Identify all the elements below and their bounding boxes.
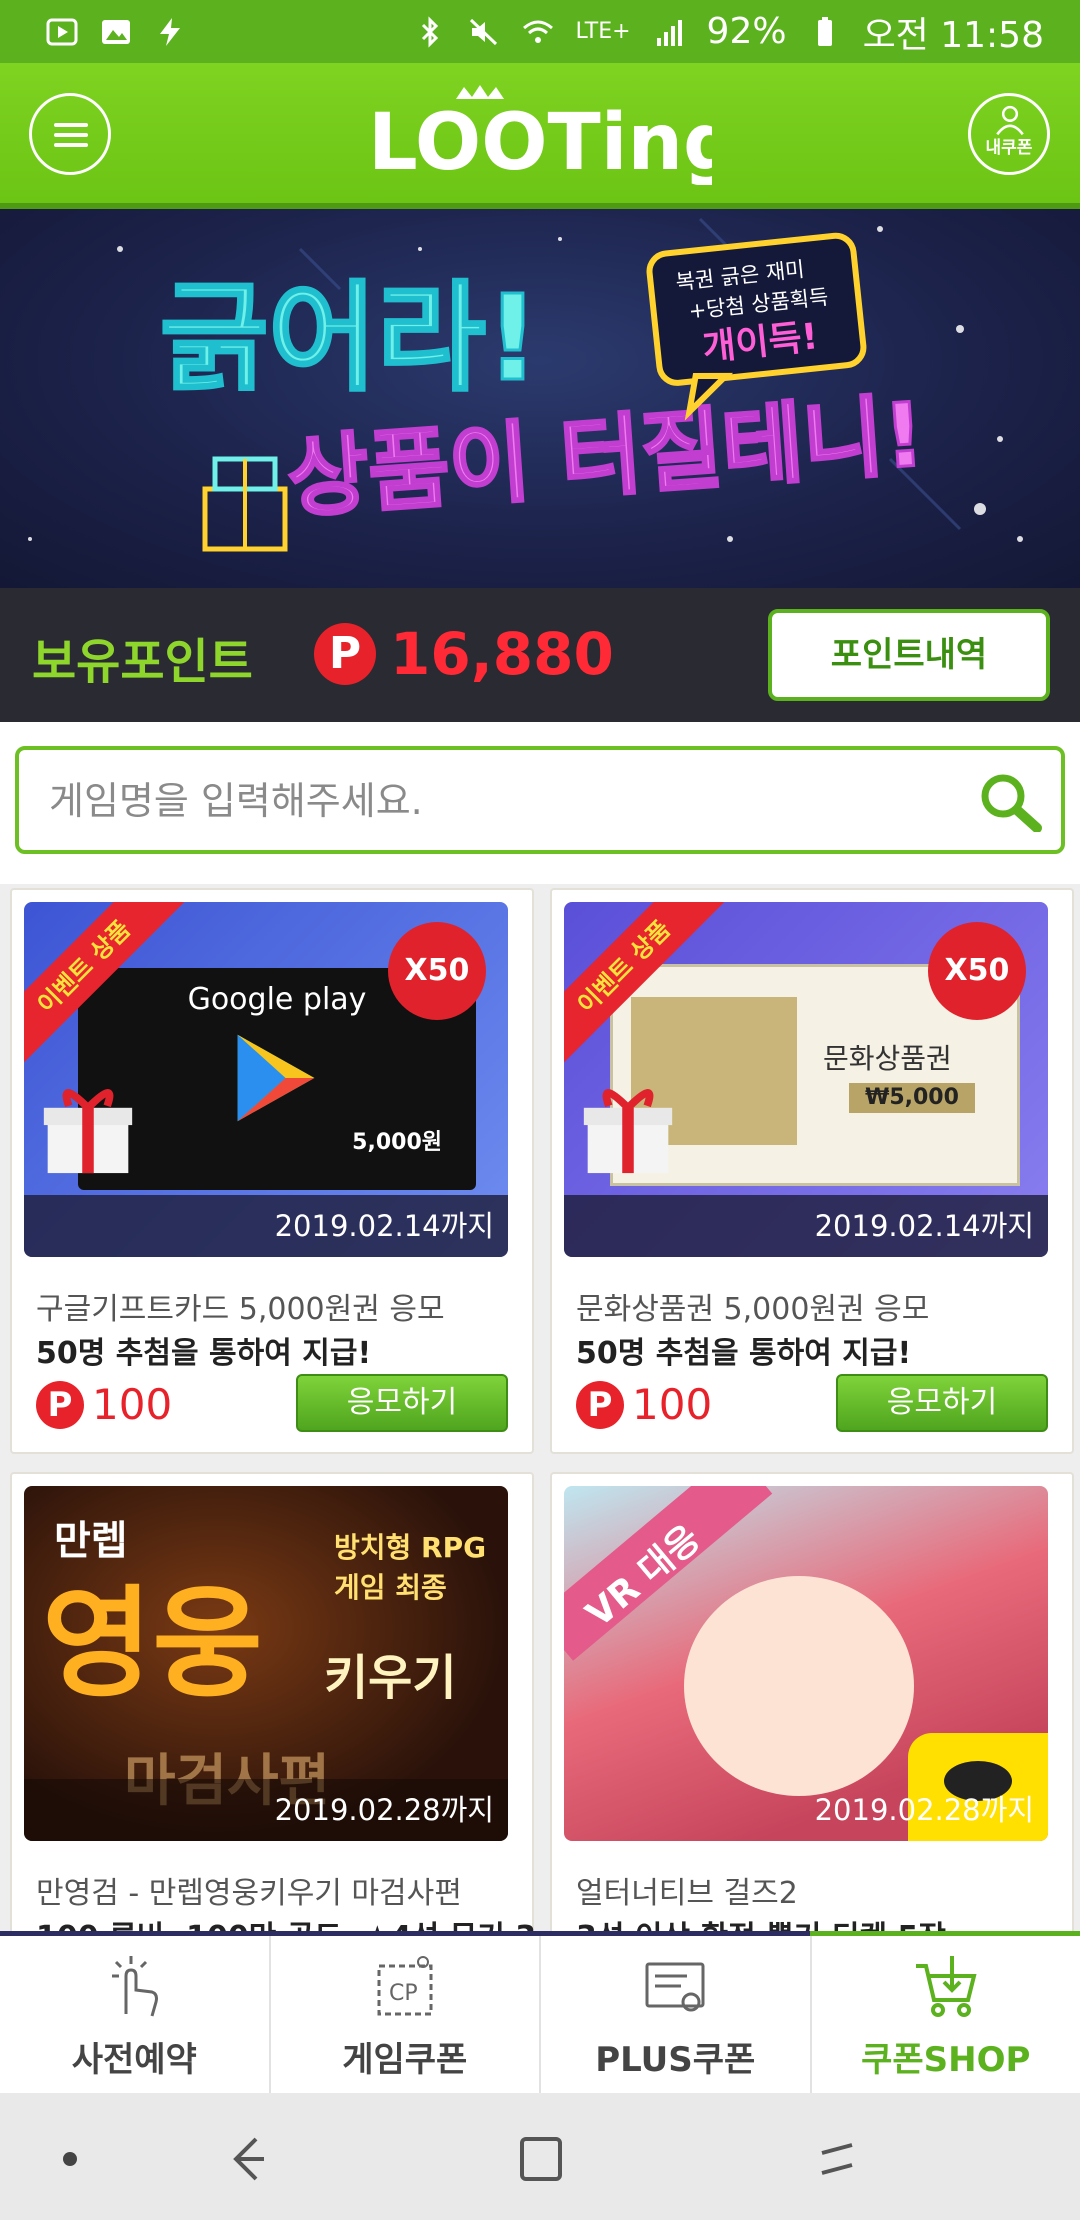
point-p-icon: P [36,1380,84,1429]
tab-label: 쿠폰SHOP [861,2040,1031,2080]
logo-text: LOOTing [368,98,712,185]
tab-coupon-shop[interactable]: 쿠폰SHOP [812,1936,1080,2093]
banner-art: 긁어라! 상품이 터질테니! 복권 긁은 재미 +당첨 상품획득 개이득! [28,217,1023,552]
tab-label: 사전예약 [71,2040,197,2080]
card-title: 얼터너티브 걸즈2 [576,1876,798,1911]
search-box [15,746,1065,854]
tab-plus-coupon[interactable]: PLUS쿠폰 [541,1936,812,2093]
tab-game-coupon[interactable]: CP 게임쿠폰 [271,1936,541,2093]
certificate-icon [645,1962,705,2012]
signal-icon [656,19,682,46]
status-bar: LTE+ 92% 오전 11:58 [0,0,1080,63]
card-title: 구글기프트카드 5,000원권 응모 [36,1292,445,1327]
multiplier-badge: X50 [928,922,1026,1020]
game-coupon-card[interactable]: 만렙 영웅 키우기 방치형 RPG게임 최종 마검사편 2019.02.28까지… [10,1472,536,1955]
bottom-navigation: 사전예약 CP 게임쿠폰 PLUS쿠폰 쿠폰SHOP [0,1931,1080,2093]
cart-icon [915,1956,977,2017]
search-icon[interactable] [977,770,1043,832]
my-coupon-button[interactable]: 내쿠폰 [968,93,1050,175]
event-ribbon: 이벤트 상품 [24,902,214,1092]
my-coupon-label: 내쿠폰 [985,138,1033,158]
coupon-card[interactable]: 문화상품권 ₩5,000 이벤트 상품 X50 2019.02.14까지 문화상… [550,888,1074,1454]
card-title: 만영검 - 만렙영웅키우기 마검사편 [36,1876,462,1911]
play-icon [237,1034,315,1122]
clock: 오전 11:58 [862,14,1044,56]
thumb-title: 문화상품권 [823,1042,952,1075]
point-p-icon: P [576,1380,624,1429]
tab-label: PLUS쿠폰 [595,2040,756,2080]
points-number: 16,880 [390,620,614,688]
svg-text:CP: CP [389,1981,418,2006]
mute-icon [469,18,497,45]
apply-button[interactable]: 응모하기 [296,1374,508,1432]
search-input[interactable] [47,750,951,852]
card-subtitle: 50명 추첨을 통하여 지급! [36,1336,372,1371]
banner-headline: 긁어라! [160,269,540,407]
ribbon-label: 이벤트 상품 [24,902,187,1070]
card-price: P 100 [36,1380,172,1429]
menu-icon-line [54,133,88,137]
video-app-icon [46,18,78,45]
tab-label: 게임쿠폰 [342,2040,468,2080]
card-title: 문화상품권 5,000원권 응모 [576,1292,930,1327]
recent-apps-icon[interactable] [780,2093,900,2220]
tab-pre-registration[interactable]: 사전예약 [0,1936,271,2093]
flash-icon [160,17,180,46]
deadline-label: 2019.02.14까지 [24,1195,508,1257]
ribbon-label: 이벤트 상품 [564,902,727,1070]
deadline-label: 2019.02.28까지 [814,1793,1034,1827]
price-amount: 100 [92,1380,173,1429]
card-thumbnail: 문화상품권 ₩5,000 이벤트 상품 X50 2019.02.14까지 [564,902,1048,1257]
search-section [0,722,1080,884]
thumb-big: 영웅 [42,1575,263,1714]
character-face [684,1576,914,1796]
price-amount: 100 [632,1380,713,1429]
point-p-icon: P [314,623,376,685]
gallery-icon [102,19,130,44]
game-coupon-card[interactable]: VR 대응 2019.02.28까지 얼터너티브 걸즈2 3성 이상 확정 뽑기… [550,1472,1074,1955]
user-icon [996,105,1024,136]
thumb-small: 키우기 [324,1650,457,1706]
points-label: 보유포인트 [32,634,253,690]
network-type: LTE+ [575,19,631,44]
thumb-amount: 5,000원 [352,1130,442,1155]
menu-icon [54,123,88,127]
point-history-button[interactable]: 포인트내역 [768,609,1050,701]
multiplier-badge: X50 [388,922,486,1020]
promo-banner[interactable]: 긁어라! 상품이 터질테니! 복권 긁은 재미 +당첨 상품획득 개이득! [0,209,1080,588]
dot-icon[interactable] [10,2093,130,2220]
gift-icon [202,456,288,552]
menu-button[interactable] [29,93,111,175]
back-icon[interactable] [180,2093,300,2220]
card-price: P 100 [576,1380,712,1429]
card-subtitle: 50명 추첨을 통하여 지급! [576,1336,912,1371]
battery-icon [817,16,832,46]
card-thumbnail: Google play 5,000원 이벤트 상품 X50 2019.02.14… [24,902,508,1257]
apply-button[interactable]: 응모하기 [836,1374,1048,1432]
battery-percent: 92% [706,11,787,52]
wifi-icon [522,20,553,43]
event-ribbon: 이벤트 상품 [564,902,754,1092]
coupon-cp-icon: CP [377,1956,433,2016]
thumb-amount: ₩5,000 [849,1083,975,1113]
points-bar: 보유포인트 P 16,880 포인트내역 [0,588,1080,722]
tap-icon [112,1956,159,2017]
points-value: P 16,880 [314,620,614,688]
coupon-card[interactable]: Google play 5,000원 이벤트 상품 X50 2019.02.14… [10,888,534,1454]
bluetooth-icon [421,15,438,48]
thumb-side: 방치형 RPG게임 최종 [334,1531,487,1604]
home-icon[interactable] [480,2093,600,2220]
looting-logo: LOOTing [368,85,712,185]
system-navigation-bar [0,2093,1080,2220]
deadline-label: 2019.02.14까지 [564,1195,1048,1257]
card-thumbnail: 만렙 영웅 키우기 방치형 RPG게임 최종 마검사편 2019.02.28까지 [24,1486,508,1841]
card-thumbnail: VR 대응 2019.02.28까지 [564,1486,1048,1841]
app-header: LOOTing 내쿠폰 [0,63,1080,209]
menu-icon-line [54,143,88,147]
deadline-label: 2019.02.28까지 [24,1779,508,1841]
